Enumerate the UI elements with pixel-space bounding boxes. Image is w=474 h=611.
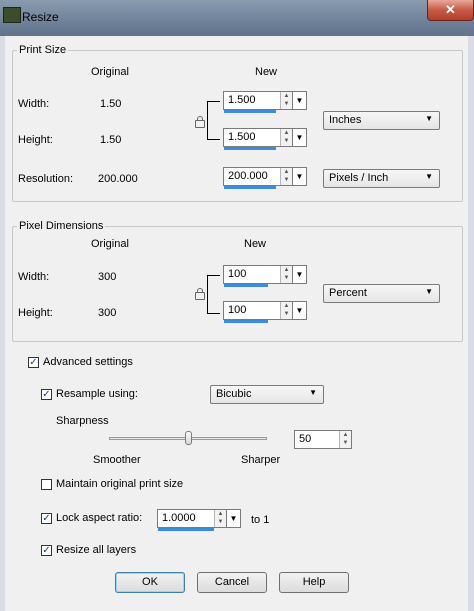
print-units-value: Inches <box>329 114 362 126</box>
maintain-print-size-label[interactable]: Maintain original print size <box>56 478 183 490</box>
spin-arrows-icon[interactable]: ▲ ▼ <box>280 92 292 109</box>
sharpness-slider-thumb[interactable] <box>185 431 192 445</box>
resize-all-layers-checkbox[interactable]: ✓ <box>41 545 52 556</box>
pixel-height-label: Height: <box>18 307 53 319</box>
resolution-input[interactable]: 200.000 ▲ ▼ ▼ <box>223 167 307 189</box>
close-button[interactable]: ✕ <box>427 0 474 21</box>
print-link-bracket <box>207 101 220 140</box>
print-height-original: 1.50 <box>100 134 122 146</box>
aspect-suffix: to 1 <box>251 514 270 526</box>
title-bar: Resize ✕ <box>0 0 474 36</box>
sharper-label: Sharper <box>241 454 281 466</box>
pixel-height-original: 300 <box>98 307 117 319</box>
print-height-value: 1.500 <box>228 131 256 143</box>
spin-arrows-icon[interactable]: ▲ ▼ <box>280 129 292 146</box>
spin-arrows-icon[interactable]: ▲ ▼ <box>280 168 292 185</box>
spin-arrows-icon[interactable]: ▲ ▼ <box>280 266 292 283</box>
sharpness-value: 50 <box>299 433 312 445</box>
resample-method-select[interactable]: Bicubic ▼ <box>210 385 324 404</box>
chevron-down-icon[interactable]: ▼ <box>292 302 306 319</box>
pixel-width-original: 300 <box>98 271 117 283</box>
pixel-width-input[interactable]: 100 ▲ ▼ ▼ <box>223 265 307 287</box>
print-width-input[interactable]: 1.500 ▲ ▼ ▼ <box>223 91 307 113</box>
print-width-value: 1.500 <box>228 94 256 106</box>
chevron-down-icon[interactable]: ▼ <box>292 129 306 146</box>
spin-arrows-icon[interactable]: ▲ ▼ <box>280 302 292 319</box>
lock-icon <box>195 288 205 300</box>
maintain-print-size-checkbox[interactable] <box>41 479 52 490</box>
chevron-down-icon[interactable]: ▼ <box>292 168 306 185</box>
chevron-down-icon[interactable]: ▼ <box>226 510 240 527</box>
resize-all-layers-label[interactable]: Resize all layers <box>56 544 136 556</box>
chevron-down-icon: ▼ <box>425 172 433 181</box>
resolution-value: 200.000 <box>228 170 268 182</box>
pixel-link-bracket <box>207 275 220 314</box>
print-height-input[interactable]: 1.500 ▲ ▼ ▼ <box>223 128 307 150</box>
resample-method-value: Bicubic <box>216 388 252 400</box>
pixel-width-bar <box>224 284 268 287</box>
aspect-ratio-value: 1.0000 <box>162 512 196 524</box>
lock-aspect-checkbox[interactable]: ✓ <box>41 513 52 524</box>
lock-aspect-label[interactable]: Lock aspect ratio: <box>56 512 142 524</box>
pixel-units-select[interactable]: Percent ▼ <box>323 284 440 303</box>
pixel-width-label: Width: <box>18 271 50 283</box>
resolution-units-value: Pixels / Inch <box>329 172 389 184</box>
print-height-label: Height: <box>18 134 53 146</box>
spin-arrows-icon[interactable]: ▲ ▼ <box>214 510 226 527</box>
pixel-units-value: Percent <box>329 287 367 299</box>
pixel-height-bar <box>224 320 268 323</box>
ok-button[interactable]: OK <box>115 572 185 593</box>
sharpness-input[interactable]: 50 ▲ ▼ <box>294 430 352 449</box>
help-button[interactable]: Help <box>279 572 349 593</box>
spin-arrows-icon[interactable]: ▲ ▼ <box>339 431 351 448</box>
cancel-button[interactable]: Cancel <box>197 572 267 593</box>
chevron-down-icon[interactable]: ▼ <box>292 266 306 283</box>
print-width-bar <box>224 110 276 113</box>
print-width-original: 1.50 <box>100 98 122 110</box>
resolution-units-select[interactable]: Pixels / Inch ▼ <box>323 169 440 188</box>
pixel-height-value: 100 <box>228 304 247 316</box>
pixel-original-header: Original <box>91 238 129 250</box>
sharpness-label: Sharpness <box>56 415 109 427</box>
chevron-down-icon: ▼ <box>309 388 317 397</box>
smoother-label: Smoother <box>93 454 141 466</box>
print-units-select[interactable]: Inches ▼ <box>323 111 440 130</box>
pixel-new-header: New <box>244 238 267 250</box>
chevron-down-icon: ▼ <box>425 287 433 296</box>
lock-icon <box>195 116 205 128</box>
resample-label[interactable]: Resample using: <box>56 388 138 400</box>
print-original-header: Original <box>91 66 129 78</box>
print-width-label: Width: <box>18 98 50 110</box>
resolution-original: 200.000 <box>98 173 138 185</box>
chevron-down-icon[interactable]: ▼ <box>292 92 306 109</box>
aspect-ratio-bar <box>158 528 214 531</box>
pixel-width-value: 100 <box>228 268 247 280</box>
advanced-settings-label[interactable]: Advanced settings <box>43 356 133 368</box>
resolution-bar <box>224 186 276 189</box>
print-new-header: New <box>255 66 278 78</box>
window-title: Resize <box>22 10 59 24</box>
pixel-dimensions-label: Pixel Dimensions <box>17 220 106 232</box>
app-icon <box>3 7 21 23</box>
aspect-ratio-input[interactable]: 1.0000 ▲ ▼ ▼ <box>157 509 241 531</box>
print-size-label: Print Size <box>17 44 69 56</box>
advanced-settings-checkbox[interactable]: ✓ <box>28 357 39 368</box>
print-height-bar <box>224 147 276 150</box>
pixel-height-input[interactable]: 100 ▲ ▼ ▼ <box>223 301 307 323</box>
resample-checkbox[interactable]: ✓ <box>41 389 52 400</box>
dialog-body: Print Size Original New Width: 1.50 1.50… <box>5 36 468 611</box>
chevron-down-icon: ▼ <box>425 114 433 123</box>
resolution-label: Resolution: <box>18 173 74 185</box>
